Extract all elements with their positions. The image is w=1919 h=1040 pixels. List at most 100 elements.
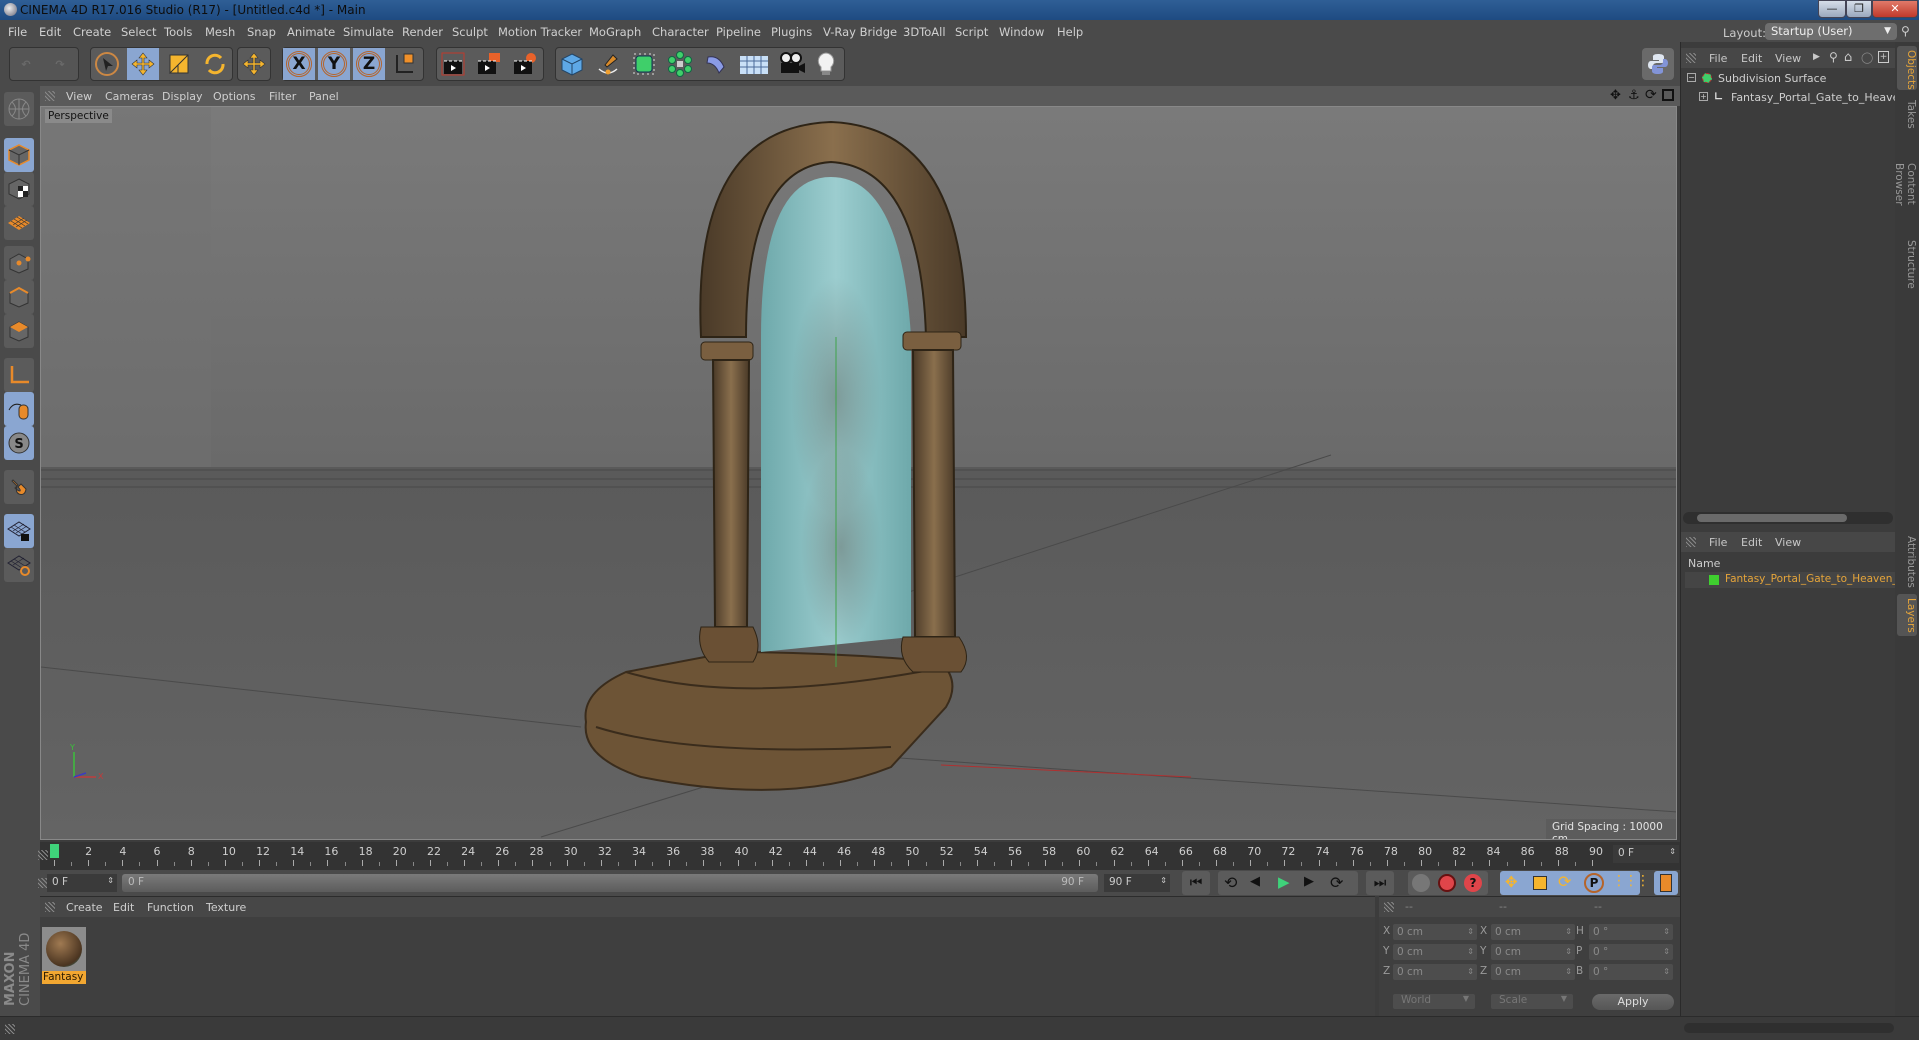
layout-dropdown[interactable]: Startup (User) ▼: [1765, 23, 1897, 40]
coord-value-field[interactable]: 0 cm ⇕: [1491, 944, 1575, 960]
menu-script[interactable]: Script: [955, 25, 988, 39]
keyframe-selection-icon[interactable]: ?: [1464, 874, 1482, 892]
start-frame-field[interactable]: 0 F ⇕: [47, 874, 117, 892]
layer-row[interactable]: Fantasy_Portal_Gate_to_Heaven_0: [1685, 572, 1904, 588]
coord-value-field[interactable]: 0 ° ⇕: [1589, 944, 1673, 960]
recent-tool-icon[interactable]: [238, 48, 270, 80]
menu-file[interactable]: File: [8, 25, 27, 39]
polygons-mode-icon[interactable]: [4, 314, 34, 348]
menu-3dtoall[interactable]: 3DToAll: [903, 25, 946, 39]
make-editable-icon[interactable]: [4, 92, 34, 126]
live-selection-icon[interactable]: [91, 48, 123, 80]
autokey-disabled-icon[interactable]: [1412, 874, 1430, 892]
viewport-menu-filter[interactable]: Filter: [269, 90, 296, 103]
previous-frame-icon[interactable]: ◀: [1250, 874, 1260, 889]
cloner-icon[interactable]: [664, 48, 696, 80]
tweak-mode-icon[interactable]: [4, 392, 34, 426]
coord-value-field[interactable]: 0 cm ⇕: [1393, 944, 1477, 960]
search-icon[interactable]: ⚲: [1901, 24, 1910, 38]
tab-objects[interactable]: Objects: [1897, 46, 1917, 90]
coordinate-mode-select[interactable]: World ▼: [1393, 994, 1475, 1009]
menu-edit[interactable]: Edit: [39, 25, 61, 39]
playhead[interactable]: [50, 844, 59, 858]
workplane-mode-icon[interactable]: [4, 206, 34, 240]
coord-value-field[interactable]: 0 ° ⇕: [1589, 964, 1673, 980]
object-menu-edit[interactable]: Edit: [1741, 52, 1762, 65]
menu-window[interactable]: Window: [999, 25, 1044, 39]
menu-tools[interactable]: Tools: [164, 25, 192, 39]
coord-value-field[interactable]: 0 cm ⇕: [1491, 964, 1575, 980]
zoom-view-icon[interactable]: ⚓: [1628, 88, 1640, 103]
viewport-menu-cameras[interactable]: Cameras: [105, 90, 154, 103]
layer-color-swatch[interactable]: [1709, 575, 1719, 585]
stepper-icon[interactable]: ⇕: [1467, 924, 1474, 940]
viewport-menu-options[interactable]: Options: [213, 90, 255, 103]
stepper-icon[interactable]: ⇕: [1565, 924, 1572, 940]
move-view-icon[interactable]: ✥: [1610, 88, 1621, 103]
coord-value-field[interactable]: 0 ° ⇕: [1589, 924, 1673, 940]
more-menu-icon[interactable]: ▶: [1813, 52, 1820, 62]
stepper-icon[interactable]: ⇕: [1565, 944, 1572, 960]
material-menu-function[interactable]: Function: [147, 901, 194, 914]
redo-icon[interactable]: ↷: [44, 48, 76, 80]
coord-value-field[interactable]: 0 cm ⇕: [1491, 924, 1575, 940]
scale-icon[interactable]: [163, 48, 195, 80]
menu-snap[interactable]: Snap: [247, 25, 276, 39]
object-menu-file[interactable]: File: [1709, 52, 1727, 65]
menu-create[interactable]: Create: [73, 25, 111, 39]
menu-mograph[interactable]: MoGraph: [589, 25, 641, 39]
object-name[interactable]: Subdivision Surface: [1718, 72, 1826, 85]
layer-menu-file[interactable]: File: [1709, 536, 1727, 549]
viewport-menu-display[interactable]: Display: [162, 90, 203, 103]
subdivision-surface-icon[interactable]: [628, 48, 660, 80]
record-icon[interactable]: [1438, 874, 1456, 892]
stepper-icon[interactable]: ⇕: [1663, 924, 1670, 940]
material-item[interactable]: Fantasy: [42, 927, 86, 984]
rotate-key-icon[interactable]: ⟳: [1558, 872, 1571, 891]
panel-grip-icon[interactable]: [45, 902, 55, 912]
rotate-view-icon[interactable]: ⟳: [1645, 87, 1657, 103]
menu-sculpt[interactable]: Sculpt: [452, 25, 488, 39]
material-menu-texture[interactable]: Texture: [206, 901, 246, 914]
texture-mode-icon[interactable]: [4, 172, 34, 206]
model-mode-icon[interactable]: [4, 138, 34, 172]
menu-character[interactable]: Character: [652, 25, 709, 39]
param-key-icon[interactable]: P: [1584, 873, 1604, 893]
camera-icon[interactable]: [776, 48, 808, 80]
stepper-icon[interactable]: ⇕: [1669, 847, 1676, 856]
edit-render-settings-icon[interactable]: [509, 48, 541, 80]
cube-primitive-icon[interactable]: [556, 48, 588, 80]
3d-viewport[interactable]: Perspective Y X Grid Spacing : 10000 cm: [40, 106, 1677, 840]
stepper-icon[interactable]: ⇕: [1663, 964, 1670, 980]
size-mode-select[interactable]: Scale ▼: [1491, 994, 1573, 1009]
menu-render[interactable]: Render: [402, 25, 443, 39]
z-axis-lock-icon[interactable]: Z: [353, 48, 385, 80]
minimize-button[interactable]: —: [1818, 0, 1846, 18]
tab-content-browser[interactable]: Content Browser: [1893, 138, 1917, 230]
new-panel-icon[interactable]: +: [1878, 51, 1889, 63]
edges-mode-icon[interactable]: [4, 280, 34, 314]
deformer-icon[interactable]: [700, 48, 732, 80]
stepper-icon[interactable]: ⇕: [1467, 944, 1474, 960]
panel-grip-icon[interactable]: [45, 91, 55, 101]
apply-button[interactable]: Apply: [1592, 994, 1674, 1010]
stepper-icon[interactable]: ⇕: [1467, 964, 1474, 980]
expand-icon[interactable]: +: [1699, 92, 1708, 101]
pen-spline-icon[interactable]: [592, 48, 624, 80]
point-level-icon[interactable]: ⋮⋮⋮: [1612, 873, 1650, 889]
go-to-start-button[interactable]: ⏮: [1182, 871, 1210, 895]
maximize-view-icon[interactable]: [1662, 89, 1674, 101]
menu-help[interactable]: Help: [1057, 25, 1083, 39]
y-axis-lock-icon[interactable]: Y: [318, 48, 350, 80]
panel-grip-icon[interactable]: [5, 1024, 15, 1034]
floor-environment-icon[interactable]: [736, 48, 772, 80]
timeline-icon[interactable]: [1654, 871, 1678, 895]
rotate-icon[interactable]: [199, 48, 231, 80]
tab-structure[interactable]: Structure: [1897, 234, 1917, 294]
object-menu-view[interactable]: View: [1775, 52, 1801, 65]
menu-mesh[interactable]: Mesh: [205, 25, 235, 39]
points-mode-icon[interactable]: [4, 246, 34, 280]
x-axis-lock-icon[interactable]: X: [283, 48, 315, 80]
menu-vray-bridge[interactable]: V-Ray Bridge: [823, 25, 897, 39]
horizontal-scrollbar[interactable]: [1683, 512, 1893, 524]
